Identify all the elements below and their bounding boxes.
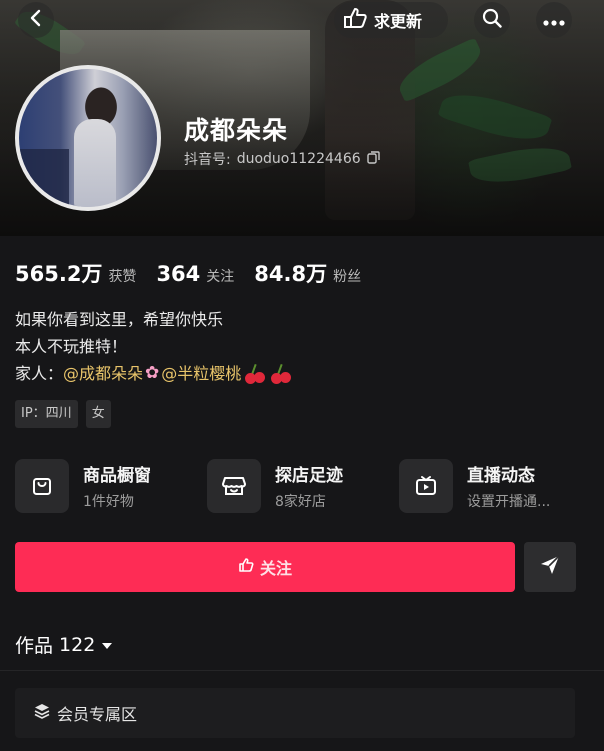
chevron-left-icon xyxy=(27,9,45,31)
share-button[interactable] xyxy=(524,542,576,592)
cherries-emoji xyxy=(245,363,293,384)
member-zone-entry[interactable]: 会员专属区 xyxy=(15,688,575,738)
live-updates-entry[interactable]: 直播动态 设置开播通... xyxy=(399,456,550,516)
follow-label: 关注 xyxy=(259,559,292,578)
feature-shortcuts: 商品橱窗 1件好物 探店足迹 8家好店 直播动态 设置开播通... xyxy=(15,456,590,516)
layers-icon xyxy=(33,702,51,724)
shop-window-title: 商品橱窗 xyxy=(83,466,151,486)
family-label: 家人： xyxy=(15,364,64,383)
shop-window-subtitle: 1件好物 xyxy=(83,494,134,510)
pointing-hand-icon xyxy=(342,6,368,34)
store-visits-entry[interactable]: 探店足迹 8家好店 xyxy=(207,456,343,516)
store-visits-title: 探店足迹 xyxy=(275,466,343,486)
followers-count[interactable]: 84.8万 xyxy=(254,258,327,288)
store-visits-subtitle: 8家好店 xyxy=(275,494,326,510)
search-button[interactable] xyxy=(474,2,510,38)
cherry-blossom-icon: ✿ xyxy=(145,363,160,383)
request-update-button[interactable]: 求更新 xyxy=(334,2,448,38)
top-bar: 求更新 xyxy=(0,0,604,42)
back-button[interactable] xyxy=(18,2,54,38)
copy-icon[interactable] xyxy=(366,150,380,168)
thumbs-up-icon xyxy=(238,557,254,577)
member-zone-label: 会员专属区 xyxy=(57,705,138,724)
request-update-label: 求更新 xyxy=(374,12,423,31)
live-updates-title: 直播动态 xyxy=(467,466,535,486)
live-updates-subtitle: 设置开播通... xyxy=(467,494,551,510)
followers-label[interactable]: 粉丝 xyxy=(333,266,361,286)
works-count: 122 xyxy=(59,633,96,656)
profile-stats: 565.2万 获赞 364 关注 84.8万 粉丝 xyxy=(15,258,381,288)
douyin-id-label: 抖音号: xyxy=(184,152,231,168)
follow-button[interactable]: 关注 xyxy=(15,542,515,592)
gender-tag: 女 xyxy=(85,400,111,428)
likes-label: 获赞 xyxy=(108,269,137,285)
profile-tags: IP：四川 女 xyxy=(15,400,111,428)
more-dots-icon xyxy=(543,11,565,30)
douyin-id-value: duoduo11224466 xyxy=(236,151,361,167)
works-tab[interactable]: 作品 122 xyxy=(15,631,113,658)
douyin-id: 抖音号: duoduo11224466 xyxy=(184,149,380,169)
shop-window-entry[interactable]: 商品橱窗 1件好物 xyxy=(15,456,151,516)
following-count[interactable]: 364 xyxy=(156,262,200,286)
caret-down-icon xyxy=(101,634,113,656)
send-arrow-icon xyxy=(539,554,561,580)
tv-icon xyxy=(399,459,453,513)
cherry-icon xyxy=(245,363,267,384)
shopping-bag-icon xyxy=(15,459,69,513)
works-label: 作品 xyxy=(15,635,54,657)
avatar[interactable] xyxy=(15,65,161,211)
store-icon xyxy=(207,459,261,513)
bio-family-line: 家人： @成都朵朵 ✿ @半粒樱桃 xyxy=(15,360,293,387)
bio-line: 如果你看到这里，希望你快乐 xyxy=(15,310,224,329)
more-button[interactable] xyxy=(536,2,572,38)
bio-line: 本人不玩推特！ xyxy=(15,337,128,356)
section-divider xyxy=(0,670,604,671)
profile-name: 成都朵朵 xyxy=(184,116,289,145)
mention-link[interactable]: @成都朵朵 xyxy=(63,360,143,387)
mention-link[interactable]: @半粒樱桃 xyxy=(161,360,241,387)
search-icon xyxy=(482,8,502,32)
cherry-icon xyxy=(271,363,293,384)
ip-location-tag: IP：四川 xyxy=(15,400,78,428)
profile-bio: 如果你看到这里，希望你快乐 本人不玩推特！ 家人： @成都朵朵 ✿ @半粒樱桃 xyxy=(15,306,293,387)
following-label[interactable]: 关注 xyxy=(206,266,234,286)
likes-count: 565.2万 xyxy=(15,262,103,286)
